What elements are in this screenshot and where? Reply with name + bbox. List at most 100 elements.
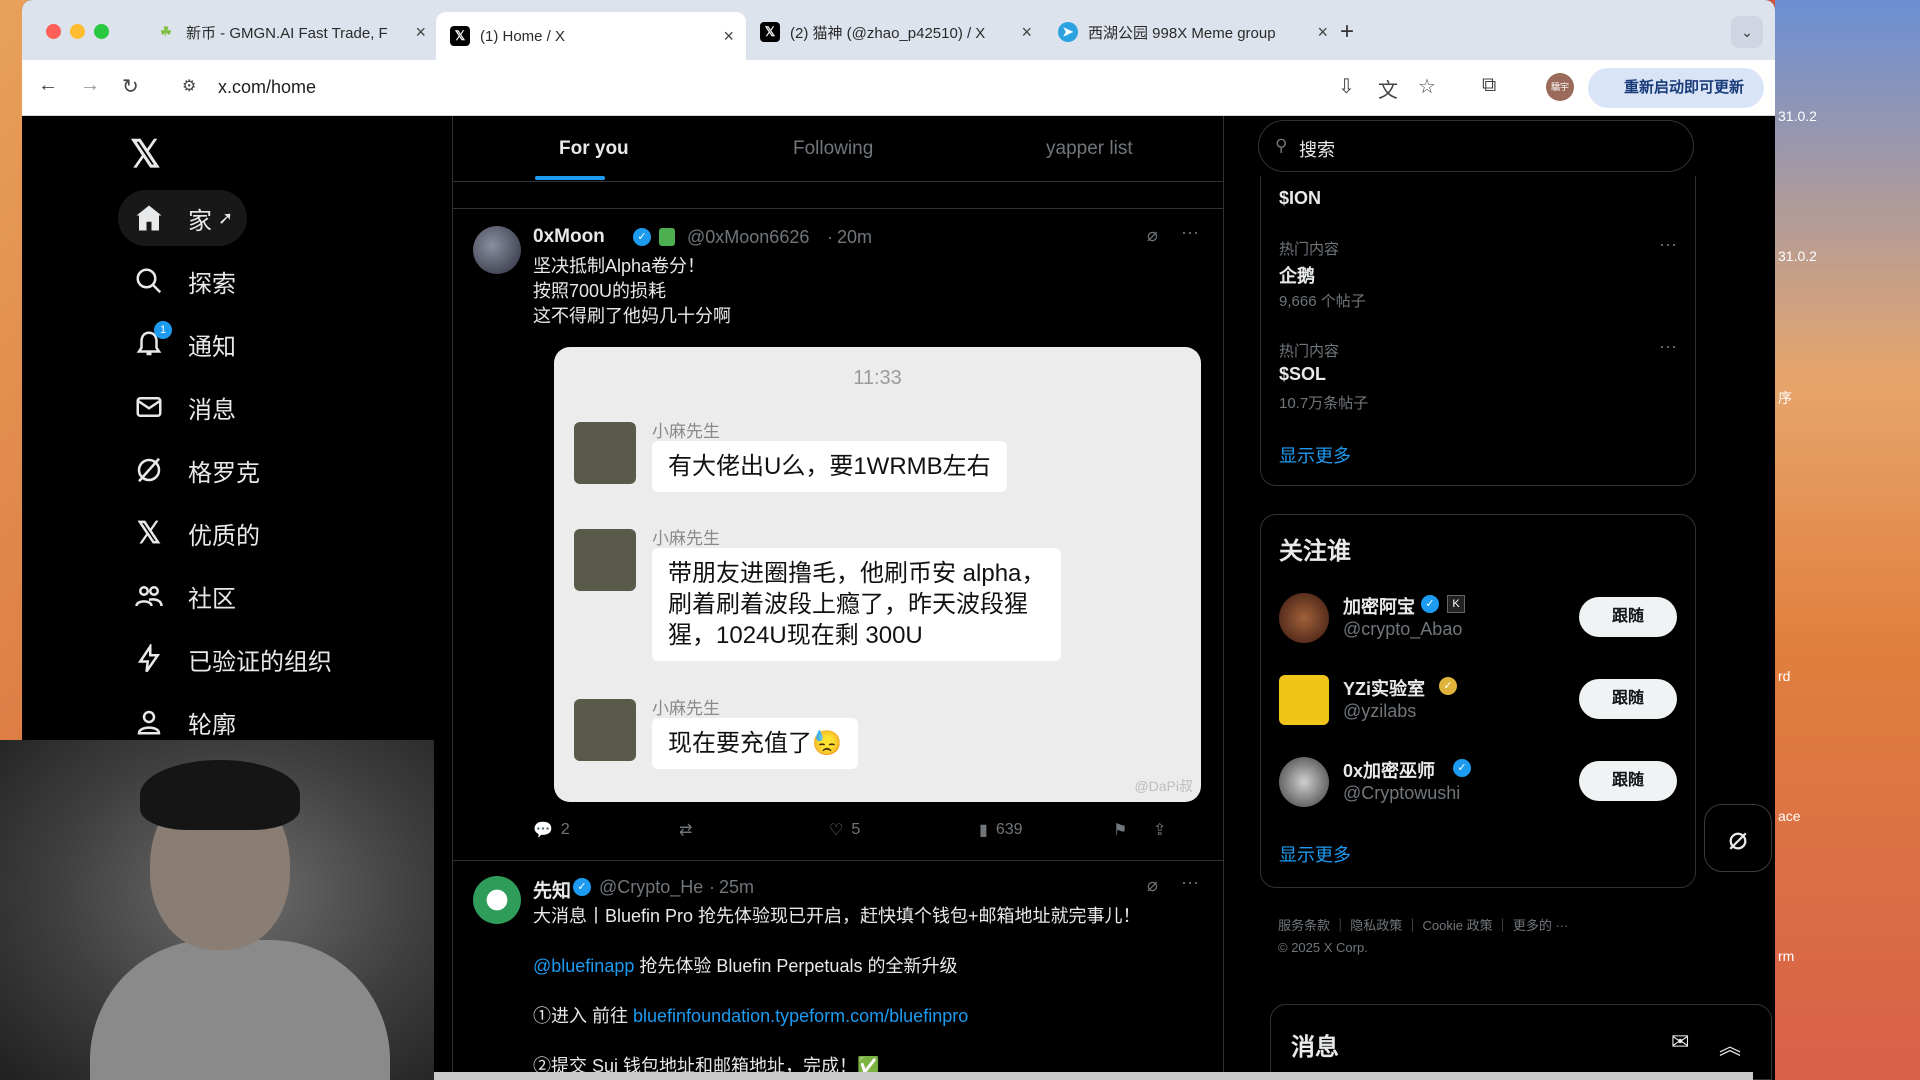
bookmark-icon[interactable]: ⚑ — [1113, 820, 1127, 840]
avatar[interactable] — [473, 876, 521, 924]
close-tab-icon[interactable]: × — [1317, 22, 1328, 43]
grok-icon[interactable]: ⌀ — [1147, 225, 1158, 246]
expand-chevron-icon[interactable]: ︽ — [1719, 1029, 1741, 1061]
more-options-icon[interactable]: ··· — [1181, 872, 1199, 893]
close-window-button[interactable] — [46, 24, 61, 39]
follow-name[interactable]: YZi实验室 — [1343, 675, 1425, 701]
timestamp[interactable]: 20m — [837, 227, 872, 248]
address-bar[interactable]: x.com/home — [218, 77, 316, 98]
affiliate-badge-icon: K — [1447, 595, 1465, 613]
follow-name[interactable]: 0x加密巫师 — [1343, 757, 1435, 783]
x-premium-icon: 𝕏 — [136, 516, 162, 550]
trend-name[interactable]: 企鹅 — [1279, 262, 1315, 288]
mail-icon — [132, 390, 166, 424]
avatar[interactable] — [1279, 757, 1329, 807]
tweet-image[interactable]: 11:33 小麻先生 有大佬出U么，要1WRMB左右 小麻先生 带朋友进圈撸毛，… — [554, 347, 1201, 802]
grok-fab-button[interactable]: ⌀ — [1704, 804, 1772, 872]
install-app-icon[interactable]: ⇩ — [1338, 74, 1355, 99]
retweet-button[interactable]: ⇄ — [679, 820, 692, 840]
nav-item-premium[interactable]: 𝕏 优质的 — [118, 505, 274, 561]
author-name[interactable]: 先知 — [533, 876, 571, 903]
show-more-link[interactable]: 显示更多 — [1279, 442, 1351, 468]
browser-tab-active[interactable]: 𝕏 (1) Home / X × — [436, 12, 746, 60]
new-tab-icon[interactable]: + — [1340, 18, 1354, 46]
update-button[interactable]: 重新启动即可更新 — [1588, 68, 1764, 108]
translate-icon[interactable]: 文 — [1378, 74, 1398, 103]
new-message-icon[interactable]: ✉ — [1671, 1029, 1689, 1055]
tab-title: (2) 猫神 (@zhao_p42510) / X — [790, 24, 986, 42]
site-info-icon[interactable]: ⚙ — [182, 76, 196, 96]
separator-dot: · — [827, 227, 833, 247]
search-icon — [132, 264, 166, 298]
webcam-person — [90, 940, 390, 1080]
footer-links: 服务条款 ｜ 隐私政策 ｜ Cookie 政策 ｜ 更多的 ··· — [1278, 918, 1569, 933]
like-count: 5 — [851, 821, 861, 838]
nav-item-explore[interactable]: 探索 — [118, 253, 250, 309]
mention-link[interactable]: @bluefinapp — [533, 956, 634, 976]
minimize-window-button[interactable] — [70, 24, 85, 39]
follow-handle[interactable]: @crypto_Abao — [1343, 619, 1462, 640]
grok-icon[interactable]: ⌀ — [1147, 875, 1158, 896]
tab-for-you[interactable]: For you — [559, 138, 629, 160]
footer-link[interactable]: Cookie 政策 — [1423, 918, 1493, 933]
tab-following[interactable]: Following — [793, 138, 873, 160]
nav-item-notifications[interactable]: 1 通知 — [118, 316, 250, 372]
nav-item-verified-orgs[interactable]: 已验证的组织 — [118, 631, 346, 687]
trend-name[interactable]: $SOL — [1279, 364, 1326, 385]
footer-link[interactable]: 服务条款 — [1278, 918, 1330, 933]
follow-handle[interactable]: @Cryptowushi — [1343, 783, 1460, 804]
avatar[interactable] — [1279, 675, 1329, 725]
back-arrow-icon[interactable]: ← — [38, 74, 58, 97]
search-input[interactable]: ⚲ 搜索 — [1258, 120, 1694, 172]
follow-button[interactable]: 跟随 — [1579, 597, 1677, 637]
share-icon[interactable]: ⇪ — [1153, 820, 1166, 840]
nav-item-grok[interactable]: 格罗克 — [118, 442, 274, 498]
tab-title: 西湖公园 998X Meme group — [1088, 24, 1276, 42]
more-options-icon[interactable]: ··· — [1659, 336, 1677, 357]
footer-link[interactable]: 更多的 ··· — [1513, 918, 1569, 933]
follow-handle[interactable]: @yzilabs — [1343, 701, 1416, 722]
tab-search-chevron-icon[interactable]: ⌄ — [1731, 16, 1763, 48]
footer-link[interactable]: 隐私政策 — [1350, 918, 1402, 933]
more-options-icon[interactable]: ··· — [1659, 234, 1677, 255]
nav-item-messages[interactable]: 消息 — [118, 379, 250, 435]
like-button[interactable]: ♡ 5 — [829, 820, 860, 840]
x-logo-icon[interactable]: 𝕏 — [130, 132, 161, 177]
nav-item-home[interactable]: 家 ➚ — [118, 190, 248, 246]
avatar[interactable] — [1279, 593, 1329, 643]
forward-arrow-icon[interactable]: → — [80, 74, 100, 97]
profile-avatar[interactable]: 驕宇 — [1546, 73, 1574, 101]
close-tab-icon[interactable]: × — [723, 26, 734, 47]
close-tab-icon[interactable]: × — [1021, 22, 1032, 43]
reload-icon[interactable]: ↻ — [122, 74, 139, 99]
avatar[interactable] — [473, 226, 521, 274]
follow-button[interactable]: 跟随 — [1579, 761, 1677, 801]
author-name[interactable]: 0xMoon — [533, 226, 605, 248]
external-link[interactable]: bluefinfoundation.typeform.com/bluefinpr… — [633, 1006, 968, 1026]
browser-tab[interactable]: ☘ 新币 - GMGN.AI Fast Trade, F × — [142, 12, 438, 52]
author-handle[interactable]: @Crypto_He — [599, 877, 703, 898]
chat-line: 刷着刷着波段上瘾了，昨天波段猩 — [668, 591, 1028, 618]
nav-label: 轮廓 — [188, 711, 236, 739]
follow-button[interactable]: 跟随 — [1579, 679, 1677, 719]
views-button[interactable]: ▮ 639 — [979, 820, 1023, 840]
close-tab-icon[interactable]: × — [415, 22, 426, 43]
follow-name[interactable]: 加密阿宝 — [1343, 593, 1415, 619]
show-more-link[interactable]: 显示更多 — [1279, 841, 1351, 867]
maximize-window-button[interactable] — [94, 24, 109, 39]
tweet-fragment: 抢先体验 Bluefin Perpetuals 的全新升级 — [634, 956, 958, 976]
nav-item-communities[interactable]: 社区 — [118, 568, 250, 624]
browser-tab[interactable]: ➤ 西湖公园 998X Meme group × — [1044, 12, 1340, 52]
extensions-icon[interactable]: ⧉ — [1482, 74, 1496, 97]
who-to-follow-panel: 关注谁 加密阿宝 ✓ K @crypto_Abao 跟随 YZi实验室 ✓ @y… — [1260, 514, 1696, 888]
more-options-icon[interactable]: ··· — [1181, 222, 1199, 243]
trend-count: 9,666 个帖子 — [1279, 293, 1366, 310]
author-handle[interactable]: @0xMoon6626 — [687, 227, 809, 248]
bookmark-star-icon[interactable]: ☆ — [1418, 74, 1436, 99]
browser-tab[interactable]: 𝕏 (2) 猫神 (@zhao_p42510) / X × — [746, 12, 1044, 52]
timestamp[interactable]: 25m — [719, 877, 754, 898]
messages-drawer[interactable]: 消息 ✉ ︽ — [1270, 1004, 1772, 1080]
tab-yapper-list[interactable]: yapper list — [1046, 138, 1133, 160]
trend-name[interactable]: $ION — [1279, 188, 1321, 209]
reply-button[interactable]: 💬 2 — [533, 820, 570, 840]
